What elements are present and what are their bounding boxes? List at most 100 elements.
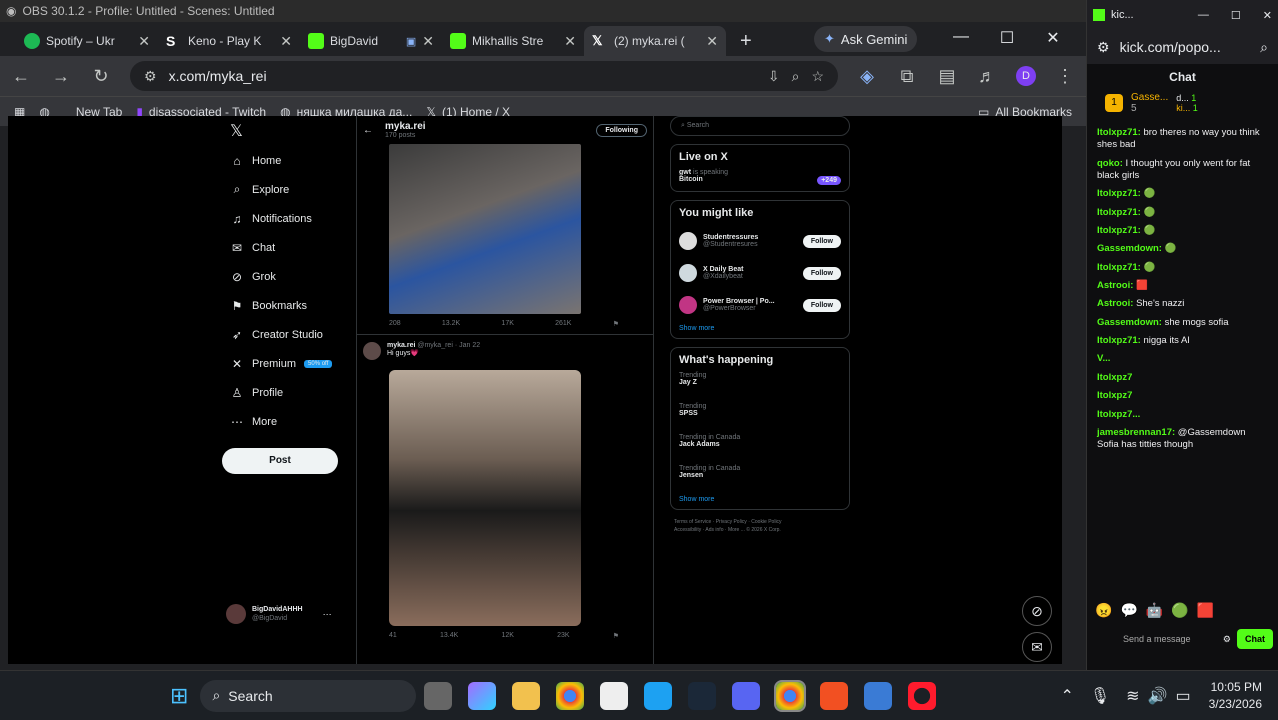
back-icon[interactable]: ← [10,66,32,87]
reading-list-icon[interactable]: ▤ [936,66,958,87]
chat-input[interactable]: Send a message [1093,634,1217,644]
ask-gemini-button[interactable]: ✦ Ask Gemini [814,26,918,52]
bookmark-icon[interactable]: ⚑ [613,320,619,328]
windows-start-icon[interactable]: ⊞ [170,683,188,709]
tab-bigdavid[interactable]: BigDavid ▣ ✕ [300,26,442,56]
nav-grok[interactable]: ⊘ Grok [222,262,356,291]
close-tab-icon[interactable]: ✕ [706,33,718,50]
minimize-button[interactable]: — [1198,9,1209,21]
search-icon[interactable]: ⌕ [1260,39,1268,56]
post-button[interactable]: Post [222,448,338,474]
minimize-button[interactable]: — [946,28,976,46]
extension-icon[interactable]: ◈ [856,66,878,87]
close-tab-icon[interactable]: ✕ [564,33,576,50]
reload-icon[interactable]: ↻ [90,66,112,87]
following-button[interactable]: Following [596,123,647,137]
nav-notifications[interactable]: ♫ Notifications [222,204,356,233]
trend-item[interactable]: Trending Jay Z [679,372,841,403]
opera-icon[interactable] [908,681,937,710]
discord-icon[interactable] [732,681,761,710]
media-icon[interactable]: ♬ [976,66,998,87]
nav-chat[interactable]: ✉ Chat [222,233,356,262]
office-icon[interactable] [820,681,849,710]
site-info-icon[interactable]: ⚙ [144,68,157,85]
edge-icon[interactable] [644,681,673,710]
send-chat-button[interactable]: Chat [1237,629,1273,649]
account-switcher[interactable]: BigDavidAHHH @BigDavid ⋯ [226,604,332,624]
reply-stat[interactable]: 208 [389,320,401,328]
nav-home[interactable]: ⌂ Home [222,146,356,175]
tab-mikhallis[interactable]: Mikhallis Stre ✕ [442,26,584,56]
reply-stat[interactable]: 41 [389,632,397,640]
battery-icon[interactable]: ▭ [1175,686,1190,706]
follow-button[interactable]: Follow [802,234,841,248]
maximize-button[interactable]: ☐ [1231,9,1241,22]
like-stat[interactable]: 17K [501,320,513,328]
post-image-1[interactable] [389,144,581,314]
task-view-icon[interactable] [424,681,453,710]
store-icon[interactable] [600,681,629,710]
extensions-puzzle-icon[interactable]: ⧉ [896,66,918,87]
follow-button[interactable]: Follow [802,298,841,312]
copilot-icon[interactable] [468,681,497,710]
messages-icon[interactable]: ✉ [1022,632,1052,662]
nav-explore[interactable]: ⌕ Explore [222,175,356,204]
emote-icon[interactable]: 🟢 [1171,602,1188,619]
new-tab-button[interactable]: + [740,26,752,56]
chrome-icon[interactable] [556,681,585,710]
maximize-button[interactable]: ☐ [992,28,1022,48]
show-more-link[interactable]: Show more [679,496,841,503]
close-tab-icon[interactable]: ✕ [422,33,434,50]
search-input[interactable]: ⌕ Search [670,116,850,136]
live-on-x-card[interactable]: Live on X gwt is speaking Bitcoin +249 [670,144,850,192]
taskbar-search[interactable]: ⌕ Search [200,679,417,712]
views-stat[interactable]: 23K [557,632,569,640]
clock[interactable]: 10:05 PM 3/23/2026 [1209,679,1262,713]
emote-icon[interactable]: 🤖 [1146,602,1163,619]
post-image-2[interactable] [389,370,581,626]
nav-more[interactable]: ⋯ More [222,407,356,436]
chrome-icon[interactable] [774,679,807,712]
menu-icon[interactable]: ⋮ [1054,66,1076,87]
tab-keno[interactable]: S Keno - Play K ✕ [158,26,300,56]
show-more-link[interactable]: Show more [679,325,841,332]
microphone-icon[interactable]: 🎙 [1090,686,1110,706]
chevron-up-icon[interactable]: ⌃ [1060,686,1073,706]
nav-profile[interactable]: ♙ Profile [222,378,356,407]
follow-button[interactable]: Follow [802,266,841,280]
repost-stat[interactable]: 13.2K [442,320,460,328]
back-arrow-icon[interactable]: ← [363,125,373,136]
wifi-icon[interactable]: ≋ [1126,686,1139,706]
like-stat[interactable]: 12K [501,632,513,640]
settings-icon[interactable]: ⚙ [1223,634,1231,645]
repost-stat[interactable]: 13.4K [440,632,458,640]
star-icon[interactable]: ☆ [811,68,824,85]
forward-icon[interactable]: → [50,66,72,87]
emote-icon[interactable]: 😠 [1095,602,1112,619]
tab-spotify[interactable]: Spotify – Ukr ✕ [16,26,158,56]
nav-bookmarks[interactable]: ⚑ Bookmarks [222,291,356,320]
trend-item[interactable]: Trending in Canada Jack Adams [679,434,841,465]
tab-myka-rei[interactable]: 𝕏 (2) myka.rei (✕ [584,26,726,56]
zoom-icon[interactable]: ⌕ [792,68,800,85]
trend-item[interactable]: Trending SPSS [679,403,841,434]
close-tab-icon[interactable]: ✕ [280,33,292,50]
app-icon[interactable] [864,681,893,710]
file-explorer-icon[interactable] [512,681,541,710]
chat-address-bar[interactable]: ⚙ kick.com/popo... ⌕ [1087,30,1278,64]
close-window-button[interactable]: ✕ [1038,28,1068,48]
close-tab-icon[interactable]: ✕ [138,33,150,50]
install-app-icon[interactable]: ⇩ [768,68,780,85]
x-home-logo[interactable]: 𝕏 [222,116,356,146]
grok-icon[interactable]: ⊘ [1022,596,1052,626]
nav-creator-studio[interactable]: ➶ Creator Studio [222,320,356,349]
views-stat[interactable]: 261K [555,320,571,328]
emote-icon[interactable]: 🟥 [1197,602,1214,619]
trend-item[interactable]: Trending in Canada Jensen [679,465,841,496]
bookmark-icon[interactable]: ⚑ [613,632,619,640]
nav-premium[interactable]: ✕ Premium 50% off [222,349,356,378]
address-bar[interactable]: ⚙ x.com/myka_rei ⇩ ⌕ ☆ [130,61,838,91]
profile-avatar[interactable]: D [1016,66,1036,86]
volume-icon[interactable]: 🔊 [1148,686,1168,706]
close-window-button[interactable]: ✕ [1263,9,1272,22]
